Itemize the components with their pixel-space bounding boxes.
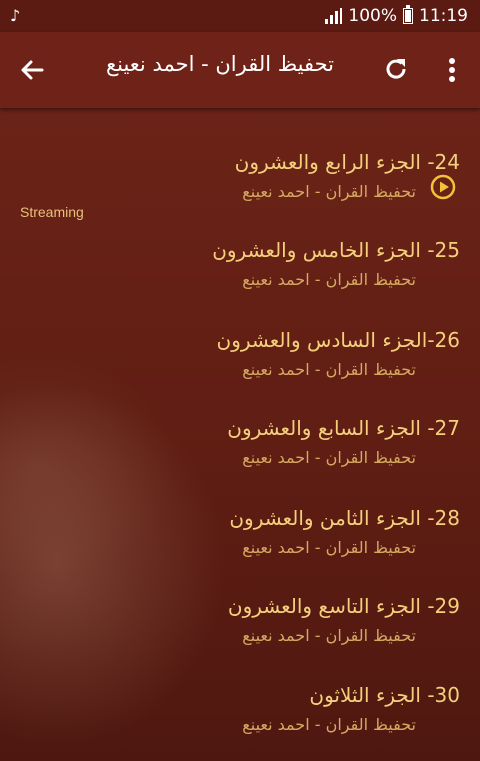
music-note-icon: ♪: [10, 6, 21, 25]
clock: 11:19: [419, 6, 468, 26]
track-subtitle: تحفيظ القران - احمد نعينع: [242, 538, 416, 557]
list-item[interactable]: 24- الجزء الرابع والعشرون تحفيظ القران -…: [0, 150, 480, 235]
status-bar: ♪ 100% 11:19: [0, 0, 480, 32]
list-item[interactable]: 30- الجزء الثلاثون تحفيظ القران - احمد ن…: [0, 683, 480, 761]
battery-percent: 100%: [348, 6, 397, 26]
track-list: Streaming 24- الجزء الرابع والعشرون تحفي…: [0, 108, 480, 761]
status-right: 100% 11:19: [324, 5, 468, 26]
track-subtitle: تحفيظ القران - احمد نعينع: [242, 448, 416, 467]
list-item[interactable]: 27- الجزء السابع والعشرون تحفيظ القران -…: [0, 416, 480, 501]
track-subtitle: تحفيظ القران - احمد نعينع: [242, 715, 416, 734]
track-subtitle: تحفيظ القران - احمد نعينع: [242, 626, 416, 645]
track-title: 28- الجزء الثامن والعشرون: [229, 506, 460, 530]
list-item[interactable]: 26-الجزء السادس والعشرون تحفيظ القران - …: [0, 328, 480, 413]
refresh-icon[interactable]: [383, 56, 409, 82]
track-subtitle: تحفيظ القران - احمد نعينع: [242, 182, 416, 201]
battery-icon: [403, 5, 413, 24]
track-subtitle: تحفيظ القران - احمد نعينع: [242, 360, 416, 379]
play-icon[interactable]: [430, 174, 456, 200]
arrow-back-icon[interactable]: [16, 54, 48, 86]
track-title: 25- الجزء الخامس والعشرون: [212, 238, 460, 262]
list-item[interactable]: 28- الجزء الثامن والعشرون تحفيظ القران -…: [0, 506, 480, 591]
app-bar: تحفيظ القران - احمد نعينع: [0, 32, 480, 108]
more-vert-icon[interactable]: [440, 56, 464, 84]
track-title: 24- الجزء الرابع والعشرون: [234, 150, 460, 174]
track-title: 29- الجزء التاسع والعشرون: [227, 594, 460, 618]
list-item[interactable]: 29- الجزء التاسع والعشرون تحفيظ القران -…: [0, 594, 480, 679]
signal-icon: [325, 8, 343, 24]
list-item[interactable]: 25- الجزء الخامس والعشرون تحفيظ القران -…: [0, 238, 480, 323]
track-subtitle: تحفيظ القران - احمد نعينع: [242, 270, 416, 289]
track-title: 30- الجزء الثلاثون: [309, 683, 460, 707]
track-title: 26-الجزء السادس والعشرون: [216, 328, 460, 352]
track-title: 27- الجزء السابع والعشرون: [227, 416, 460, 440]
page-title: تحفيظ القران - احمد نعينع: [105, 52, 335, 76]
